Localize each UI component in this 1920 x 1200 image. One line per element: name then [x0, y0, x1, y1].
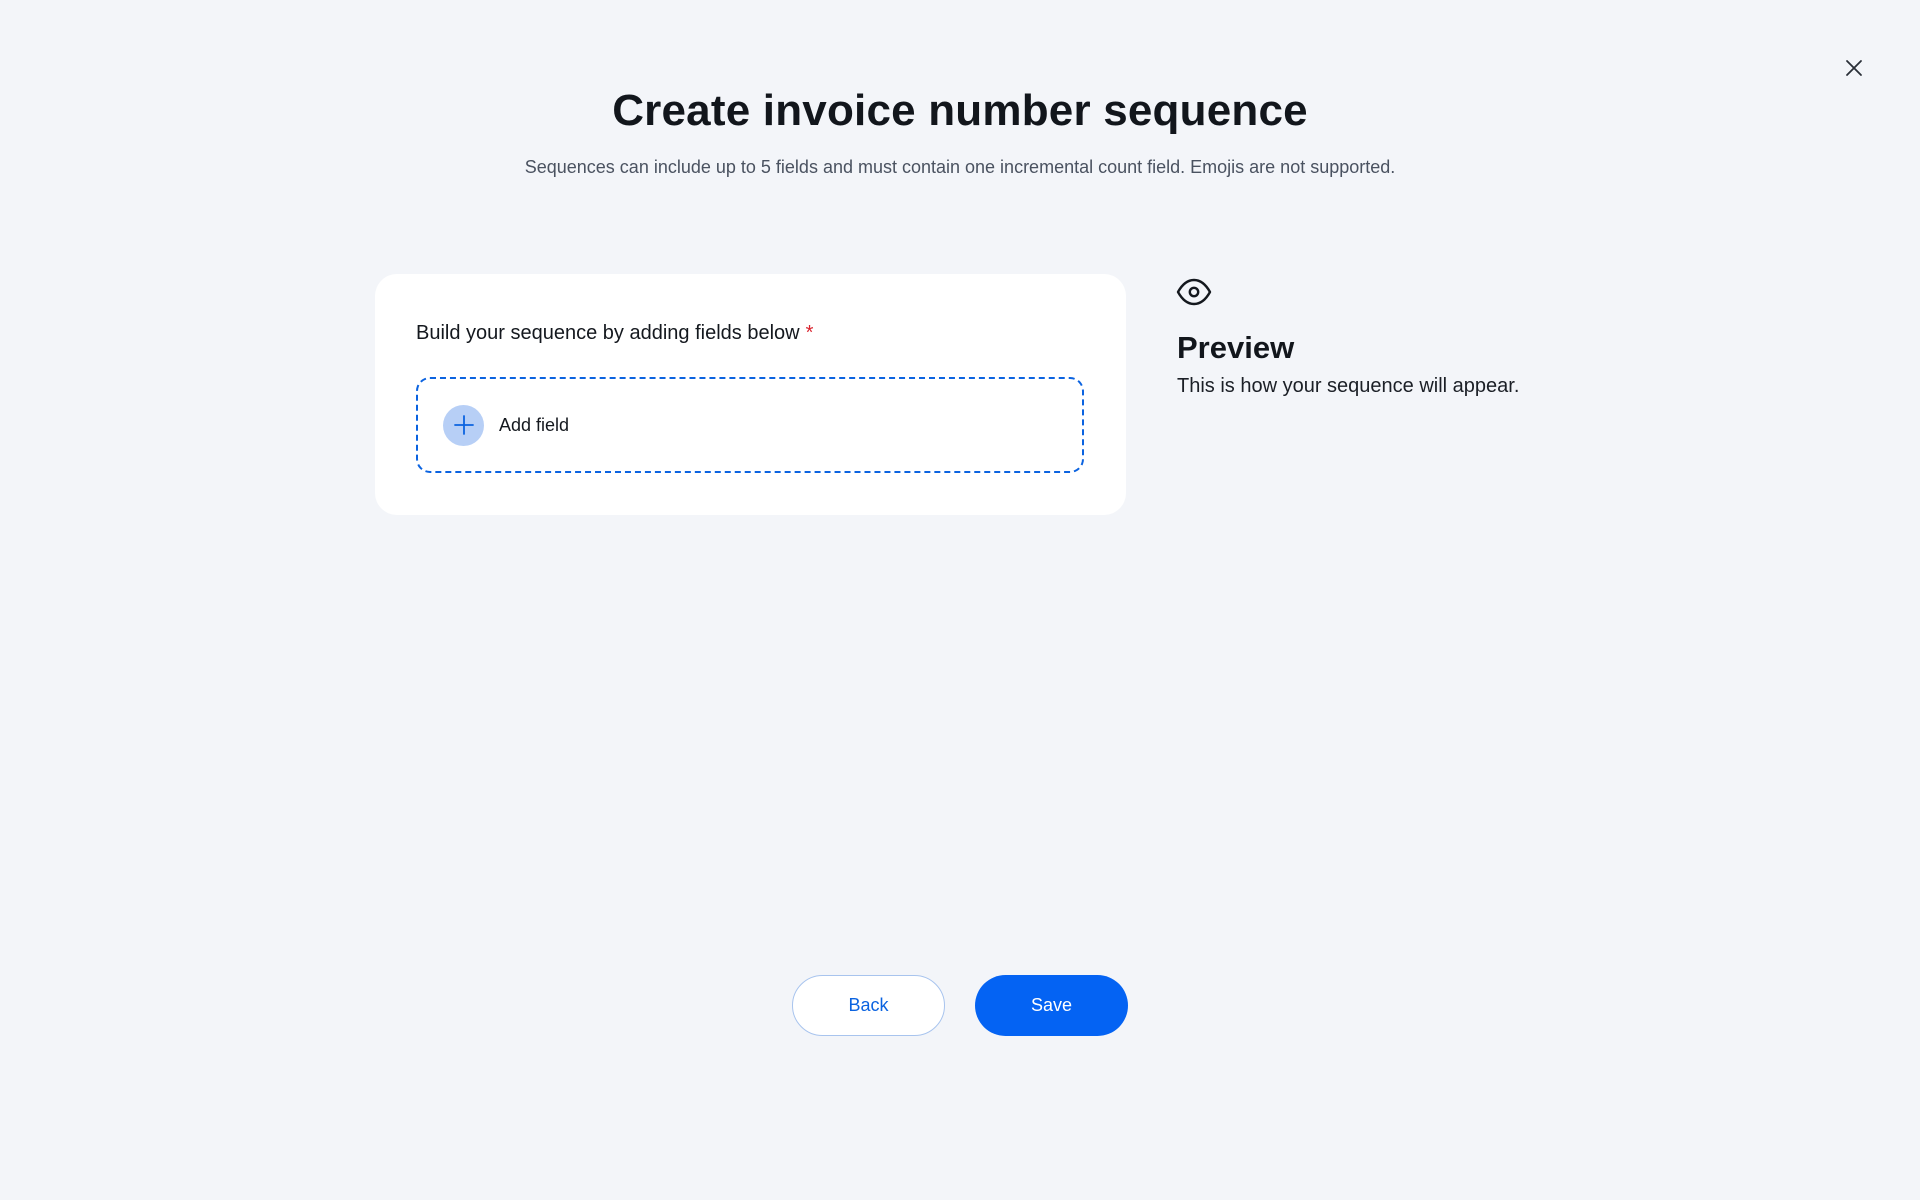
preview-panel: Preview This is how your sequence will a…: [1176, 274, 1776, 397]
sequence-builder-card: Build your sequence by adding fields bel…: [375, 274, 1126, 515]
required-mark: *: [805, 322, 814, 344]
plus-icon: [443, 404, 484, 446]
builder-label-text: Build your sequence by adding fields bel…: [416, 322, 800, 344]
add-field-label: Add field: [499, 414, 570, 435]
back-button[interactable]: Back: [792, 975, 945, 1036]
close-button[interactable]: [1838, 52, 1870, 84]
page-title: Create invoice number sequence: [612, 86, 1308, 135]
builder-label: Build your sequence by adding fields bel…: [416, 322, 813, 345]
add-field-button[interactable]: Add field: [416, 377, 1084, 473]
close-icon: [1846, 60, 1862, 76]
page-subtitle: Sequences can include up to 5 fields and…: [524, 157, 1396, 177]
eye-icon: [1176, 278, 1212, 306]
preview-description: This is how your sequence will appear.: [1177, 375, 1520, 397]
preview-title: Preview: [1177, 330, 1295, 365]
create-sequence-dialog: Create invoice number sequence Sequences…: [0, 0, 1920, 1200]
save-button[interactable]: Save: [975, 975, 1128, 1036]
